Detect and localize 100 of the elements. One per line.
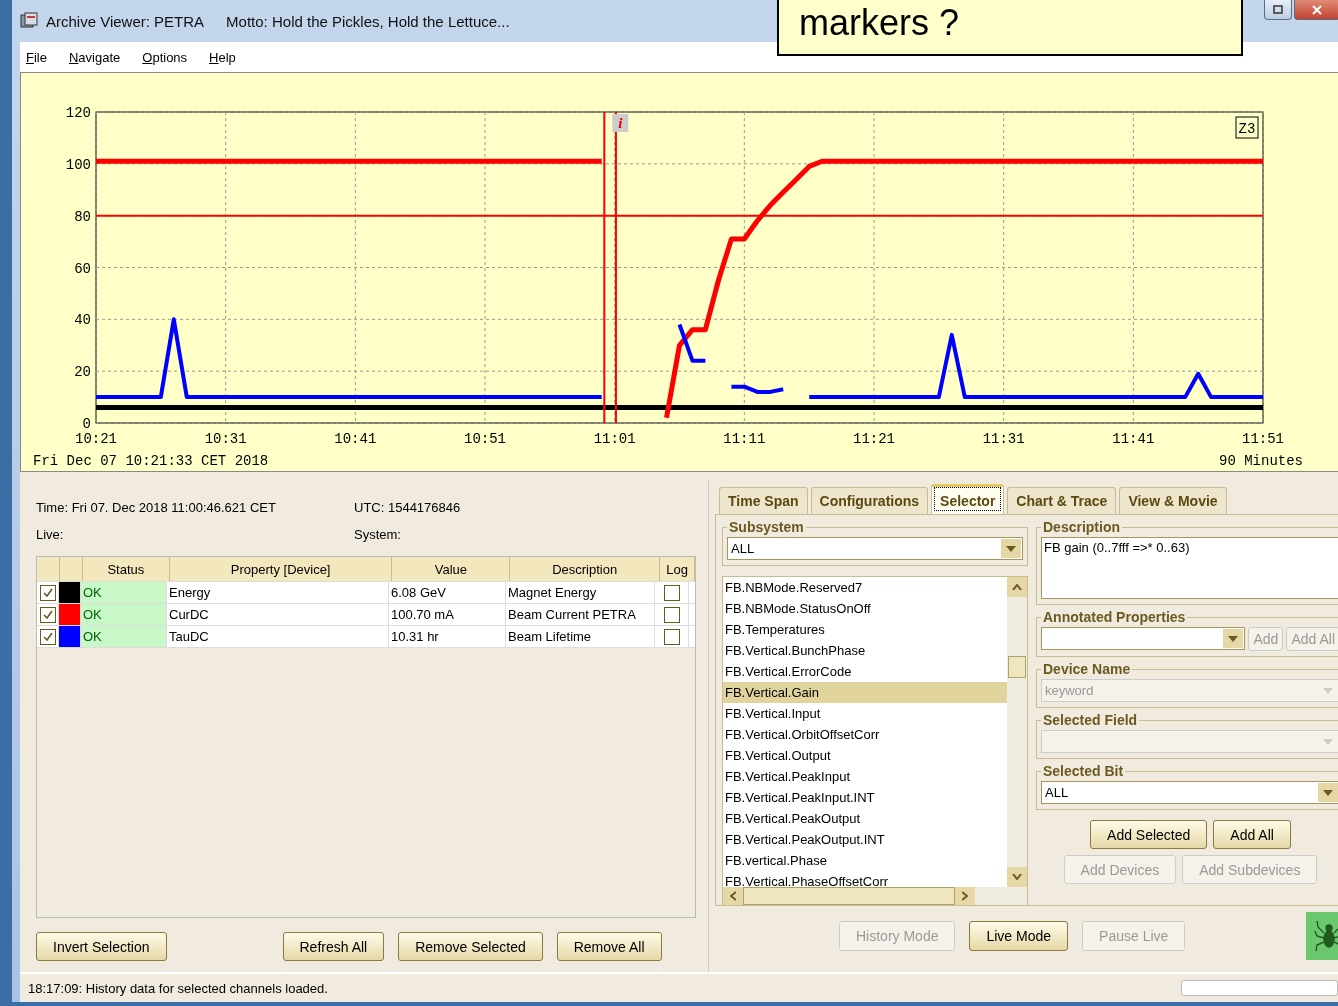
list-item[interactable]: FB.Vertical.ErrorCode [723, 661, 1007, 682]
table-cell: Energy [167, 582, 389, 603]
list-item[interactable]: FB.NBMode.StatusOnOff [723, 598, 1007, 619]
y-tick-label: 40 [74, 312, 91, 329]
y-tick-label: 120 [65, 105, 91, 121]
table-cell: Beam Lifetime [506, 626, 655, 647]
x-tick-label: 10:51 [464, 431, 506, 447]
list-item[interactable]: FB.NBMode.Reserved7 [723, 577, 1007, 598]
list-item[interactable]: FB.Vertical.PeakOutput.INT [723, 829, 1007, 850]
table-cell: OK [81, 582, 167, 603]
list-item[interactable]: FB.vertical.Phase [723, 850, 1007, 871]
vertical-scrollbar[interactable] [1007, 577, 1027, 887]
list-item[interactable]: FB.Temperatures [723, 619, 1007, 640]
log-checkbox[interactable] [663, 584, 680, 601]
menu-item[interactable]: Navigate [68, 49, 121, 65]
maximize-button[interactable] [1264, 0, 1292, 20]
menu-item[interactable]: Help [209, 49, 236, 65]
action-button[interactable]: Remove Selected [398, 932, 543, 961]
dropdown-arrow-icon [1006, 545, 1016, 552]
menu-item[interactable]: Options [142, 49, 188, 65]
utc-text: UTC: 1544176846 [354, 500, 461, 515]
color-swatch[interactable] [59, 626, 81, 647]
tab[interactable]: Time Span [719, 487, 808, 514]
list-item[interactable]: FB.Vertical.PhaseOffsetCorr [723, 871, 1007, 887]
action-button[interactable]: Refresh All [282, 932, 385, 961]
group-label: Description [1042, 519, 1121, 535]
reference-line[interactable] [95, 214, 1264, 217]
x-tick-label: 11:51 [1242, 431, 1284, 447]
list-item[interactable]: FB.Vertical.BunchPhase [723, 640, 1007, 661]
y-tick-label: 100 [65, 156, 91, 173]
scroll-right-icon [962, 891, 968, 901]
column-header[interactable]: Status [82, 557, 170, 581]
list-item[interactable]: FB.Vertical.PeakOutput [723, 808, 1007, 829]
group-label: Annotated Properties [1042, 609, 1187, 625]
x-tick-label: 10:31 [204, 431, 247, 447]
table-cell: Magnet Energy [506, 582, 655, 603]
close-icon [1312, 4, 1322, 15]
column-header[interactable]: Log [660, 557, 695, 581]
mode-button[interactable]: Live Mode [969, 921, 1069, 951]
add-button[interactable]: Add All [1213, 820, 1291, 849]
scroll-up-icon [1012, 584, 1022, 590]
maximize-icon [1273, 5, 1283, 14]
system-label: System: [354, 527, 401, 542]
annotated-dropdown[interactable] [1041, 627, 1246, 650]
annotation-callout: markers ? [777, 0, 1243, 56]
x-tick-label: 11:11 [723, 431, 766, 447]
scroll-thumb[interactable] [743, 887, 955, 905]
x-tick-label: 11:01 [593, 431, 636, 447]
row-checkbox[interactable] [39, 584, 56, 601]
start-time-label: Fri Dec 07 10:21:33 CET 2018 [33, 453, 269, 469]
row-checkbox[interactable] [39, 628, 56, 645]
color-swatch[interactable] [59, 582, 81, 603]
x-tick-label: 11:21 [853, 431, 895, 447]
live-label: Live: [36, 527, 65, 542]
scroll-thumb[interactable] [1008, 656, 1026, 678]
zoom-label[interactable]: Z3 [1235, 116, 1259, 139]
tab[interactable]: Chart & Trace [1007, 487, 1117, 514]
time-cursor[interactable] [603, 111, 617, 424]
table-cell: 100.70 mA [389, 604, 506, 625]
action-button[interactable]: Invert Selection [36, 932, 167, 961]
table-cell: TauDC [167, 626, 389, 647]
menu-item[interactable]: File [26, 49, 47, 65]
list-item[interactable]: FB.Vertical.OrbitOffsetCorr [723, 724, 1007, 745]
table-cell: 6.08 GeV [389, 582, 506, 603]
list-item[interactable]: FB.Vertical.PeakInput [723, 766, 1007, 787]
y-tick-label: 20 [74, 364, 91, 381]
column-header[interactable]: Description [510, 557, 661, 581]
add-button[interactable]: Add Selected [1090, 820, 1208, 849]
close-button[interactable] [1294, 0, 1338, 20]
row-checkbox[interactable] [39, 606, 56, 623]
tab[interactable]: View & Movie [1119, 487, 1227, 514]
group-label: Selected Field [1042, 712, 1139, 728]
y-tick-label: 60 [74, 260, 91, 277]
list-item[interactable]: FB.Vertical.Gain [723, 682, 1007, 703]
window-title: Archive Viewer: PETRA [46, 12, 205, 30]
action-button[interactable]: Remove All [556, 932, 662, 961]
color-swatch[interactable] [59, 604, 81, 625]
scroll-down-icon [1012, 874, 1022, 880]
dropdown-arrow-icon [1323, 687, 1333, 694]
dropdown-arrow-icon [1323, 738, 1333, 745]
tab[interactable]: Selector [931, 484, 1005, 514]
selected-bit-dropdown[interactable]: ALL [1041, 781, 1338, 804]
x-tick-label: 11:31 [982, 431, 1025, 447]
x-tick-label: 11:41 [1112, 431, 1155, 447]
log-checkbox[interactable] [663, 606, 680, 623]
list-item[interactable]: FB.Vertical.Output [723, 745, 1007, 766]
list-item[interactable]: FB.Vertical.Input [723, 703, 1007, 724]
column-header[interactable]: Property [Device] [169, 557, 393, 581]
status-message: 18:17:09: History data for selected channels loaded. [28, 980, 328, 996]
spider-icon [1314, 919, 1338, 953]
description-field[interactable]: FB gain (0..7fff =>* 0..63) [1041, 537, 1338, 599]
tab[interactable]: Configurations [810, 487, 929, 514]
group-label: Device Name [1042, 661, 1132, 677]
column-header[interactable]: Value [392, 557, 511, 581]
time-text: Time: Fri 07. Dec 2018 11:00:46.621 CET [36, 500, 277, 515]
y-tick-label: 0 [82, 416, 91, 432]
subsystem-dropdown[interactable]: ALL [727, 537, 1023, 560]
log-checkbox[interactable] [663, 628, 680, 645]
list-item[interactable]: FB.Vertical.PeakInput.INT [723, 787, 1007, 808]
scroll-left-icon [730, 891, 736, 901]
